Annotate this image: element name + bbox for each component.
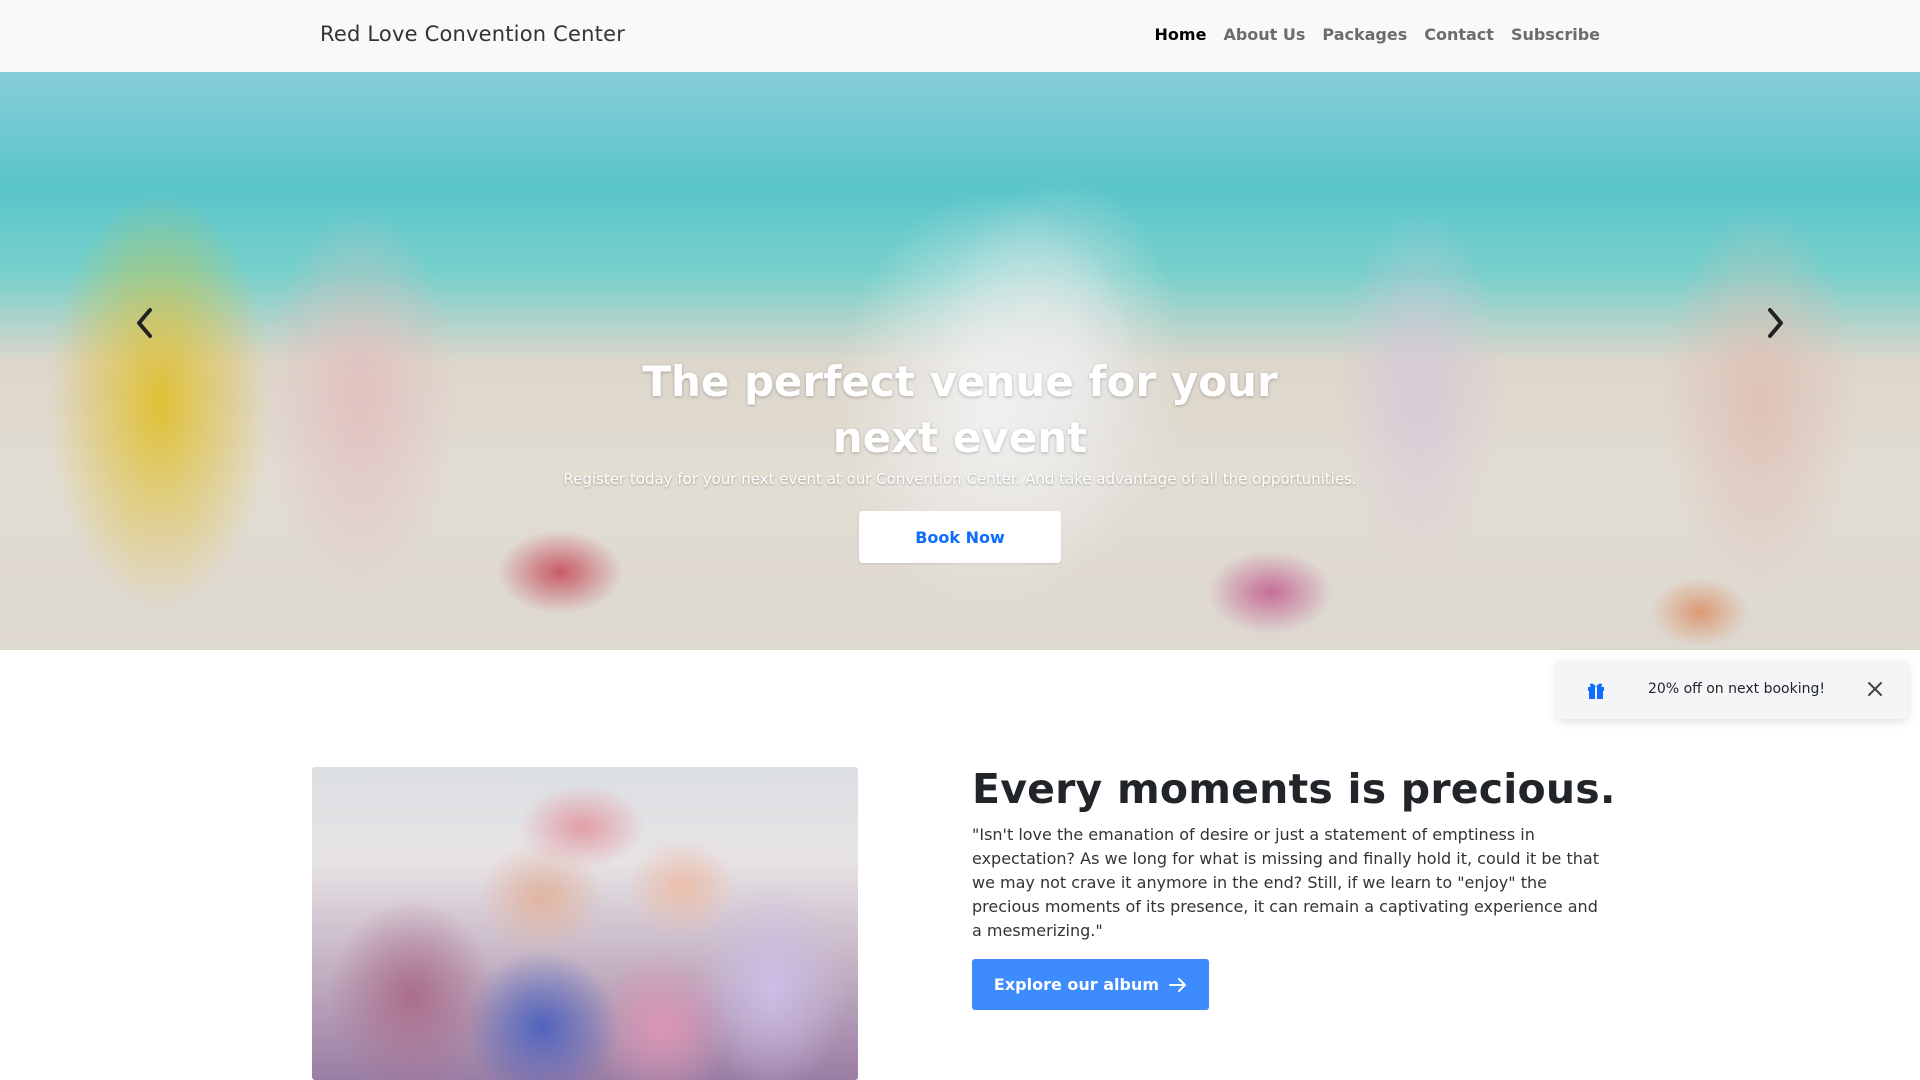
gift-icon bbox=[1588, 683, 1604, 699]
explore-album-label: Explore our album bbox=[993, 975, 1160, 994]
navbar: Red Love Convention Center Home About Us… bbox=[0, 0, 1920, 72]
section-heading: Every moments is precious. bbox=[972, 765, 1616, 813]
chevron-right-icon bbox=[1768, 308, 1783, 338]
carousel-prev-button[interactable] bbox=[125, 303, 165, 343]
wedding-photo bbox=[312, 767, 858, 1080]
nav-home[interactable]: Home bbox=[1155, 25, 1207, 44]
arrow-right-icon bbox=[1169, 977, 1187, 992]
section-quote: "Isn't love the emanation of desire or j… bbox=[972, 825, 1599, 940]
nav-subscribe[interactable]: Subscribe bbox=[1511, 25, 1600, 44]
hero-title: The perfect venue for your next event bbox=[0, 354, 1920, 466]
hero-carousel: The perfect venue for your next event Re… bbox=[0, 72, 1920, 650]
book-now-button[interactable]: Book Now bbox=[859, 511, 1061, 563]
carousel-next-button[interactable] bbox=[1755, 303, 1795, 343]
main-nav: Home About Us Packages Contact Subscribe bbox=[1155, 25, 1600, 44]
chevron-left-icon bbox=[137, 308, 152, 338]
nav-contact[interactable]: Contact bbox=[1424, 25, 1494, 44]
hero-subtitle: Register today for your next event at ou… bbox=[563, 470, 1357, 488]
nav-about-us[interactable]: About Us bbox=[1223, 25, 1305, 44]
brand-title[interactable]: Red Love Convention Center bbox=[320, 22, 625, 46]
close-icon[interactable] bbox=[1866, 680, 1884, 698]
hero-title-line-2: next event bbox=[832, 413, 1088, 462]
hero-title-line-1: The perfect venue for your bbox=[642, 357, 1278, 406]
nav-packages[interactable]: Packages bbox=[1322, 25, 1407, 44]
explore-album-button[interactable]: Explore our album bbox=[972, 959, 1209, 1010]
toast-message: 20% off on next booking! bbox=[1648, 681, 1825, 697]
promo-toast: 20% off on next booking! bbox=[1557, 660, 1908, 719]
